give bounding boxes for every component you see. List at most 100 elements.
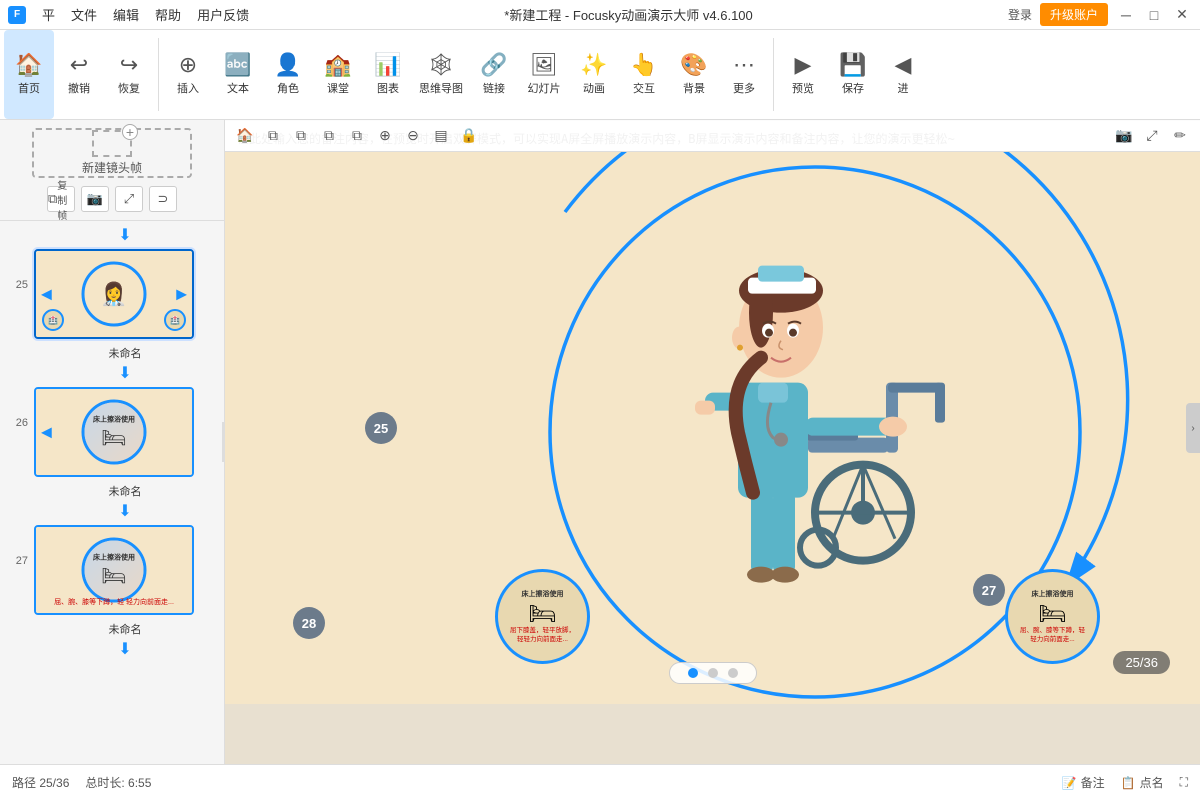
statusbar: 路径 25/36 总时长: 6:55 📝 备注 📋 点名 ⛶ (0, 764, 1200, 800)
title-right: 登录 升级账户 ─ □ ✕ (1008, 3, 1192, 26)
minimize-button[interactable]: ─ (1116, 5, 1136, 25)
ribbon-more[interactable]: ⋯ 更多 (719, 30, 769, 119)
slide-label-25: 未命名 (26, 345, 224, 361)
ribbon-undo[interactable]: ↩ 撤销 (54, 30, 104, 119)
notes-icon: 📝 (1062, 776, 1077, 790)
ribbon-home[interactable]: 🏠 首页 (4, 30, 54, 119)
canvas-tools-right: 📷 ⤢ ✏ (1112, 124, 1192, 148)
grid-icon[interactable]: ▤ (429, 124, 453, 148)
main-slide: 25 27 28 (225, 152, 1200, 704)
copy-frame-label: 复制帧 (57, 177, 74, 222)
mini-thumb-left-icon: 🛏 (529, 601, 557, 627)
expand-icon[interactable]: ⤢ (1140, 124, 1164, 148)
link-path-button[interactable]: ⊃ (149, 186, 177, 212)
mini-thumb-right[interactable]: 床上擦浴使用 🛏 屈、腕、膝等下蹲，轻轻力向前面走... (1005, 569, 1100, 664)
zoom-out-icon[interactable]: ⊖ (401, 124, 425, 148)
background-icon: 🎨 (680, 54, 707, 76)
zoom-in-icon[interactable]: ⊕ (373, 124, 397, 148)
copy-icon: ⧉ (48, 191, 57, 207)
page-indicator: 25/36 (1113, 651, 1170, 674)
sidebar-top: + 新建镜头帧 ⧉ 复制帧 📷 ⤢ ⊃ (0, 120, 224, 221)
ribbon-insert[interactable]: ⊕ 插入 (163, 30, 213, 119)
mini-thumb-right-title: 床上擦浴使用 (1032, 589, 1074, 599)
menu-item-feedback[interactable]: 用户反馈 (197, 5, 249, 24)
login-button[interactable]: 登录 (1008, 6, 1032, 23)
slide-number-25: 25 (8, 279, 28, 291)
ribbon-preview[interactable]: ▶ 预览 (778, 30, 828, 119)
points-button[interactable]: 📋 点名 (1121, 774, 1164, 791)
copy3-canvas-icon[interactable]: ⧉ (317, 124, 341, 148)
slide-number-27: 27 (8, 555, 28, 567)
new-frame-button[interactable]: + 新建镜头帧 (32, 128, 192, 178)
menu-item-edit[interactable]: 编辑 (113, 5, 139, 24)
ribbon-redo[interactable]: ↪ 恢复 (104, 30, 154, 119)
ribbon-slide[interactable]: 🖼 幻灯片 (519, 30, 569, 119)
fullscreen-button[interactable]: ⛶ (1180, 775, 1188, 790)
ribbon-link-label: 链接 (483, 80, 505, 96)
lock-icon[interactable]: 🔒 (457, 124, 481, 148)
character-icon: 👤 (274, 54, 301, 76)
ribbon-chart-label: 图表 (377, 80, 399, 96)
ribbon-nav[interactable]: ◀ 进 (878, 30, 928, 119)
ribbon-background-label: 背景 (683, 80, 705, 96)
slide26-body: 🛏 (101, 425, 126, 450)
close-button[interactable]: ✕ (1172, 5, 1192, 25)
slide-thumb-27[interactable]: 床上擦浴使用 🛏 屈、腕、膝等下蹲，轻 轻力向前面走... (34, 525, 194, 615)
right-panel-toggle[interactable]: › (1186, 403, 1200, 453)
ribbon-mindmap[interactable]: 🕸 思维导图 (413, 30, 469, 119)
menu-item-file[interactable]: 文件 (71, 5, 97, 24)
anim-down-2: ⬇ (0, 361, 224, 383)
mini-thumb-left-title: 床上擦浴使用 (522, 589, 564, 599)
classroom-icon: 🏫 (324, 54, 351, 76)
app-icon: F (8, 6, 26, 24)
edit-icon[interactable]: ✏ (1168, 124, 1192, 148)
upgrade-button[interactable]: 升级账户 (1040, 3, 1108, 26)
ribbon-interact[interactable]: 👆 交互 (619, 30, 669, 119)
fit-button[interactable]: ⤢ (115, 186, 143, 212)
insert-icon: ⊕ (179, 54, 197, 76)
ribbon-chart[interactable]: 📊 图表 (363, 30, 413, 119)
ribbon-more-label: 更多 (733, 80, 755, 96)
mini-thumb-left[interactable]: 床上擦浴使用 🛏 屈下膝盖，轻平放脚，轻轻力向前面走... (495, 569, 590, 664)
fullscreen-icon: ⛶ (1180, 775, 1188, 790)
copy4-canvas-icon[interactable]: ⧉ (345, 124, 369, 148)
maximize-button[interactable]: □ (1144, 5, 1164, 25)
canvas-toolbar: 🏠 ⧉ ⧉ ⧉ ⧉ ⊕ ⊖ ▤ 🔒 📷 ⤢ ✏ (225, 120, 1200, 152)
ribbon-classroom[interactable]: 🏫 课堂 (313, 30, 363, 119)
slide-thumb-26[interactable]: 床上擦浴使用 🛏 ◀ (34, 387, 194, 477)
notes-button[interactable]: 📝 备注 (1062, 774, 1105, 791)
title-left: F 平 文件 编辑 帮助 用户反馈 (8, 5, 249, 24)
text-icon: 🔤 (224, 54, 251, 76)
ribbon-animation-label: 动画 (583, 80, 605, 96)
slide-thumb-25[interactable]: 👩‍⚕️ ◀ ▶ 🏥 🏥 (34, 249, 194, 339)
menu-item-flat[interactable]: 平 (42, 5, 55, 24)
copy-canvas-icon[interactable]: ⧉ (261, 124, 285, 148)
separator-2 (773, 38, 774, 111)
ribbon-link[interactable]: 🔗 链接 (469, 30, 519, 119)
copy2-canvas-icon[interactable]: ⧉ (289, 124, 313, 148)
main: + 新建镜头帧 ⧉ 复制帧 📷 ⤢ ⊃ (0, 120, 1200, 764)
camera-icon: 📷 (87, 191, 103, 207)
ribbon-background[interactable]: 🎨 背景 (669, 30, 719, 119)
app-title: *新建工程 - Focusky动画演示大师 v4.6.100 (504, 5, 753, 24)
ribbon-nav-label: 进 (898, 80, 909, 96)
ribbon-character[interactable]: 👤 角色 (263, 30, 313, 119)
duration-label: 总时长: 6:55 (85, 774, 151, 791)
nurse-character (633, 183, 953, 606)
new-frame-label: 新建镜头帧 (82, 159, 142, 176)
screenshot-button[interactable]: 📷 (81, 186, 109, 212)
ribbon-animation[interactable]: ✨ 动画 (569, 30, 619, 119)
nav-icon: ◀ (895, 54, 912, 76)
camera-canvas-icon[interactable]: 📷 (1112, 124, 1136, 148)
slide-badge-27: 27 (973, 574, 1005, 606)
interact-icon: 👆 (630, 54, 657, 76)
slide26-title: 床上擦浴使用 (93, 414, 135, 424)
ribbon-save[interactable]: 💾 保存 (828, 30, 878, 119)
slide-item-27: 27 床上擦浴使用 🛏 屈、腕、膝等下蹲，轻 轻力向前面走... (0, 521, 224, 619)
canvas-content[interactable]: 25 27 28 (225, 152, 1200, 704)
points-label: 点名 (1140, 774, 1164, 791)
home-canvas-icon[interactable]: 🏠 (233, 124, 257, 148)
copy-frame-button[interactable]: ⧉ 复制帧 (47, 186, 75, 212)
ribbon-text[interactable]: 🔤 文本 (213, 30, 263, 119)
menu-item-help[interactable]: 帮助 (155, 5, 181, 24)
